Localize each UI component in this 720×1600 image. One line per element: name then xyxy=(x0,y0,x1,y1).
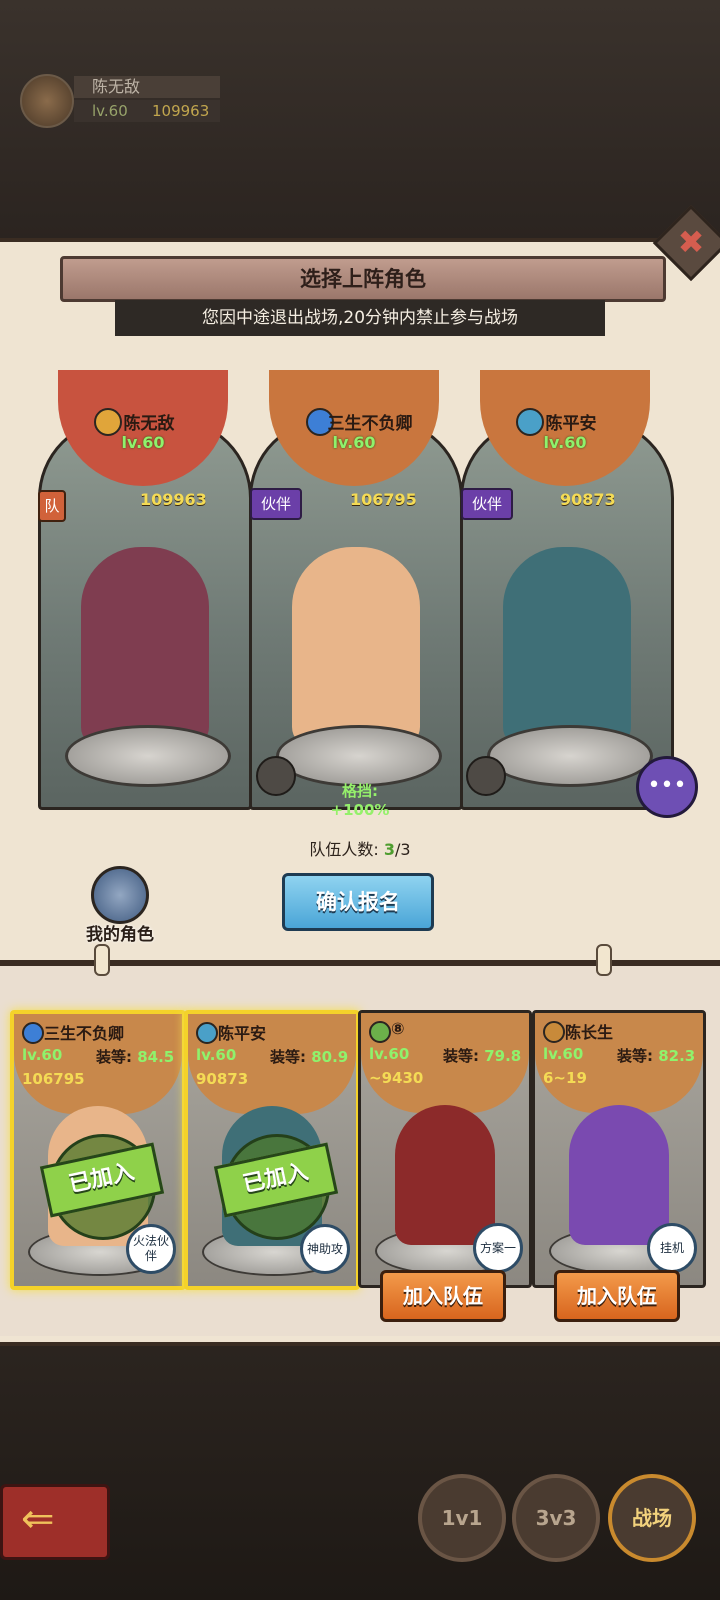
team-power-3: 90873 xyxy=(560,490,616,509)
chat-bubble-icon: ••• xyxy=(647,773,687,798)
roster-power: 6~19 xyxy=(543,1069,587,1087)
pedestal xyxy=(487,725,653,787)
dialog-title: 选择上阵角色 xyxy=(60,256,666,302)
player-name: 陈无敌 xyxy=(74,76,220,98)
swap-button[interactable] xyxy=(256,756,296,796)
swap-button[interactable] xyxy=(466,756,506,796)
roster-name: ⑧ xyxy=(391,1019,405,1038)
team-tag-2: 伙伴 xyxy=(250,488,302,520)
player-info[interactable]: 陈无敌 lv.60 109963 xyxy=(20,74,220,128)
roster-power: 106795 xyxy=(22,1070,85,1088)
player-avatar[interactable] xyxy=(20,74,74,128)
roster-equip: 装等: 80.9 xyxy=(270,1048,349,1066)
back-button[interactable]: ⇐ xyxy=(0,1484,110,1560)
roster-equip: 装等: 84.5 xyxy=(96,1048,175,1066)
ban-notice: 您因中途退出战场,20分钟内禁止参与战场 xyxy=(115,300,605,336)
roster-name: 陈平安 xyxy=(218,1024,267,1043)
roster-power: ~9430 xyxy=(369,1069,424,1087)
roster-name: 陈长生 xyxy=(565,1023,614,1042)
character-figure xyxy=(569,1105,669,1245)
back-arrow-icon: ⇐ xyxy=(21,1496,55,1542)
pedestal xyxy=(276,725,442,787)
team-name-3: 陈平安 xyxy=(545,414,597,434)
element-icon xyxy=(543,1021,565,1043)
pin-icon xyxy=(596,944,612,976)
preset-badge[interactable]: 神助攻 xyxy=(300,1224,350,1274)
pedestal xyxy=(65,725,231,787)
preset-badge[interactable]: 火法伙伴 xyxy=(126,1224,176,1274)
character-figure xyxy=(81,547,209,747)
roster-power: 90873 xyxy=(196,1070,249,1088)
team-level-3: lv.60 xyxy=(543,433,587,452)
join-team-button[interactable]: 加入队伍 xyxy=(554,1270,680,1322)
mode-battlefield-button[interactable]: 战场 xyxy=(608,1474,696,1562)
roster-card-4[interactable]: 陈长生 lv.60 装等: 82.3 6~19 挂机 xyxy=(532,1010,706,1288)
roster-equip: 装等: 79.8 xyxy=(443,1047,522,1065)
team-name-2: 三生不负卿 xyxy=(327,414,413,434)
element-icon xyxy=(196,1022,218,1044)
confirm-signup-button[interactable]: 确认报名 xyxy=(282,873,434,931)
team-level-1: lv.60 xyxy=(121,433,165,452)
roster-level: lv.60 xyxy=(369,1045,410,1063)
close-icon: ✖ xyxy=(677,223,705,261)
block-bonus: 格挡: +100% xyxy=(330,782,390,819)
team-power-2: 106795 xyxy=(350,490,417,509)
roster-equip: 装等: 82.3 xyxy=(617,1047,696,1065)
preset-badge[interactable]: 方案一 xyxy=(473,1223,523,1273)
team-level-2: lv.60 xyxy=(332,433,376,452)
roster-level: lv.60 xyxy=(196,1046,237,1064)
team-tag-3: 伙伴 xyxy=(461,488,513,520)
roster-card-2[interactable]: 陈平安 lv.60 装等: 80.9 90873 已加入 神助攻 xyxy=(184,1010,360,1290)
background-bottom xyxy=(0,1330,720,1600)
roster-card-3[interactable]: ⑧ lv.60 装等: 79.8 ~9430 方案一 xyxy=(358,1010,532,1288)
pin-icon xyxy=(94,944,110,976)
team-tag-1: 队 xyxy=(38,490,66,522)
my-character-button[interactable]: 我的角色 xyxy=(72,866,168,945)
chat-button[interactable]: ••• xyxy=(636,756,698,818)
mode-3v3-button[interactable]: 3v3 xyxy=(512,1474,600,1562)
team-count: 队伍人数: 3/3 xyxy=(309,840,411,859)
element-icon xyxy=(22,1022,44,1044)
team-power-1: 109963 xyxy=(140,490,207,509)
join-team-button[interactable]: 加入队伍 xyxy=(380,1270,506,1322)
mode-1v1-button[interactable]: 1v1 xyxy=(418,1474,506,1562)
team-name-1: 陈无敌 xyxy=(123,414,175,434)
roster-card-1[interactable]: 三生不负卿 lv.60 装等: 84.5 106795 已加入 火法伙伴 xyxy=(10,1010,186,1290)
roster-level: lv.60 xyxy=(22,1046,63,1064)
hooded-avatar-icon xyxy=(91,866,149,924)
element-icon xyxy=(369,1021,391,1043)
roster-level: lv.60 xyxy=(543,1045,584,1063)
character-figure xyxy=(395,1105,495,1245)
my-character-label: 我的角色 xyxy=(86,925,154,945)
preset-badge[interactable]: 挂机 xyxy=(647,1223,697,1273)
roster-name: 三生不负卿 xyxy=(44,1024,125,1043)
character-figure xyxy=(503,547,631,747)
player-power: 109963 xyxy=(152,102,210,120)
character-figure xyxy=(292,547,420,747)
